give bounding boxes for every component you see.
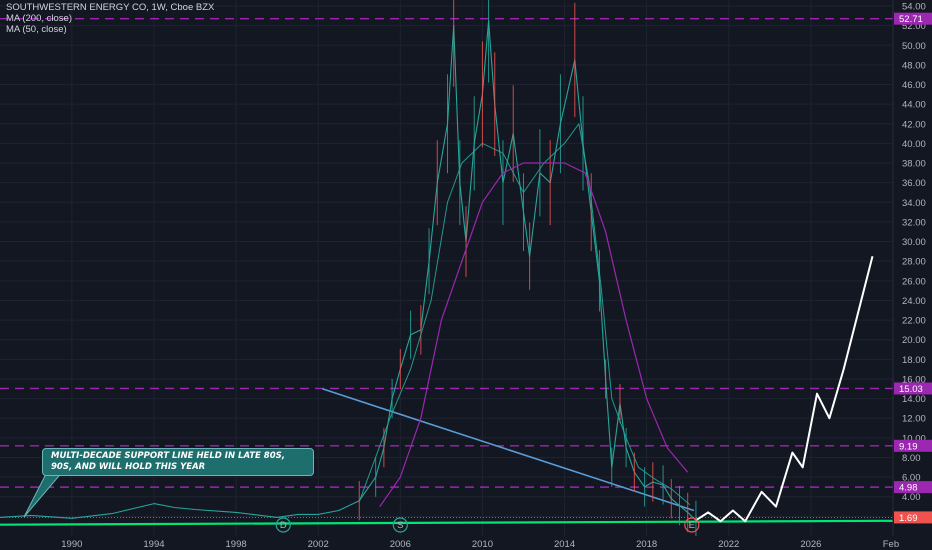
x-tick-label: 2006 bbox=[390, 539, 411, 550]
event-marker-label: E bbox=[689, 520, 695, 531]
y-tick-label: 4.00 bbox=[902, 492, 921, 503]
y-tick-label: 36.00 bbox=[902, 178, 926, 189]
y-tick-label: 22.00 bbox=[902, 316, 926, 327]
y-tick-label: 44.00 bbox=[902, 100, 926, 111]
y-tick-label: 12.00 bbox=[902, 414, 926, 425]
annotation-callout[interactable]: MULTI-DECADE SUPPORT LINE HELD IN LATE 8… bbox=[42, 448, 314, 476]
y-tick-label: 38.00 bbox=[902, 159, 926, 170]
event-markers: DSE bbox=[275, 517, 700, 533]
y-tick-label: 32.00 bbox=[902, 217, 926, 228]
y-tick-label: 8.00 bbox=[902, 453, 921, 464]
y-tick-label: 50.00 bbox=[902, 41, 926, 52]
y-tick-label: 28.00 bbox=[902, 257, 926, 268]
annotation-text: MULTI-DECADE SUPPORT LINE HELD IN LATE 8… bbox=[51, 451, 285, 472]
x-tick-label: 1990 bbox=[61, 539, 82, 550]
x-tick-label: 2022 bbox=[718, 539, 739, 550]
support-line bbox=[0, 519, 894, 526]
y-tick-label: 42.00 bbox=[902, 119, 926, 130]
y-tick-label: 26.00 bbox=[902, 276, 926, 287]
y-tick-label: 30.00 bbox=[902, 237, 926, 248]
y-tick-label: 40.00 bbox=[902, 139, 926, 150]
ma50-legend[interactable]: MA (50, close) bbox=[6, 24, 214, 35]
level-tag-label: 4.98 bbox=[899, 483, 918, 494]
x-tick-label: 2010 bbox=[472, 539, 493, 550]
ma200-line bbox=[379, 162, 689, 507]
y-tick-label: 48.00 bbox=[902, 60, 926, 71]
ma50-line bbox=[358, 123, 691, 505]
y-tick-label: 18.00 bbox=[902, 355, 926, 366]
x-tick-label: 2002 bbox=[308, 539, 329, 550]
current-price-label: 1.69 bbox=[899, 513, 918, 524]
x-tick-label: 2018 bbox=[636, 539, 657, 550]
y-tick-label: 34.00 bbox=[902, 198, 926, 209]
x-tick-label: 2026 bbox=[800, 539, 821, 550]
x-tick-label: 1994 bbox=[143, 539, 164, 550]
y-tick-label: 20.00 bbox=[902, 335, 926, 346]
symbol-title[interactable]: SOUTHWESTERN ENERGY CO, 1W, Cboe BZX bbox=[6, 2, 214, 13]
y-tick-label: 24.00 bbox=[902, 296, 926, 307]
event-marker-label: S bbox=[397, 520, 403, 531]
level-tag-label: 52.71 bbox=[899, 14, 923, 25]
y-tick-label: 54.00 bbox=[902, 2, 926, 13]
horizontal-levels bbox=[0, 17, 893, 518]
level-tag-label: 15.03 bbox=[899, 384, 923, 395]
level-tag-label: 9.19 bbox=[899, 441, 918, 452]
x-tick-label: Feb bbox=[883, 539, 899, 550]
x-tick-label: 1998 bbox=[226, 539, 247, 550]
ma200-legend[interactable]: MA (200, close) bbox=[6, 13, 214, 24]
y-tick-label: 14.00 bbox=[902, 394, 926, 405]
x-tick-label: 2014 bbox=[554, 539, 575, 550]
y-tick-label: 46.00 bbox=[902, 80, 926, 91]
time-axis-background bbox=[0, 536, 932, 550]
event-marker-label: D bbox=[280, 520, 287, 531]
chart-legend: SOUTHWESTERN ENERGY CO, 1W, Cboe BZX MA … bbox=[6, 2, 214, 35]
